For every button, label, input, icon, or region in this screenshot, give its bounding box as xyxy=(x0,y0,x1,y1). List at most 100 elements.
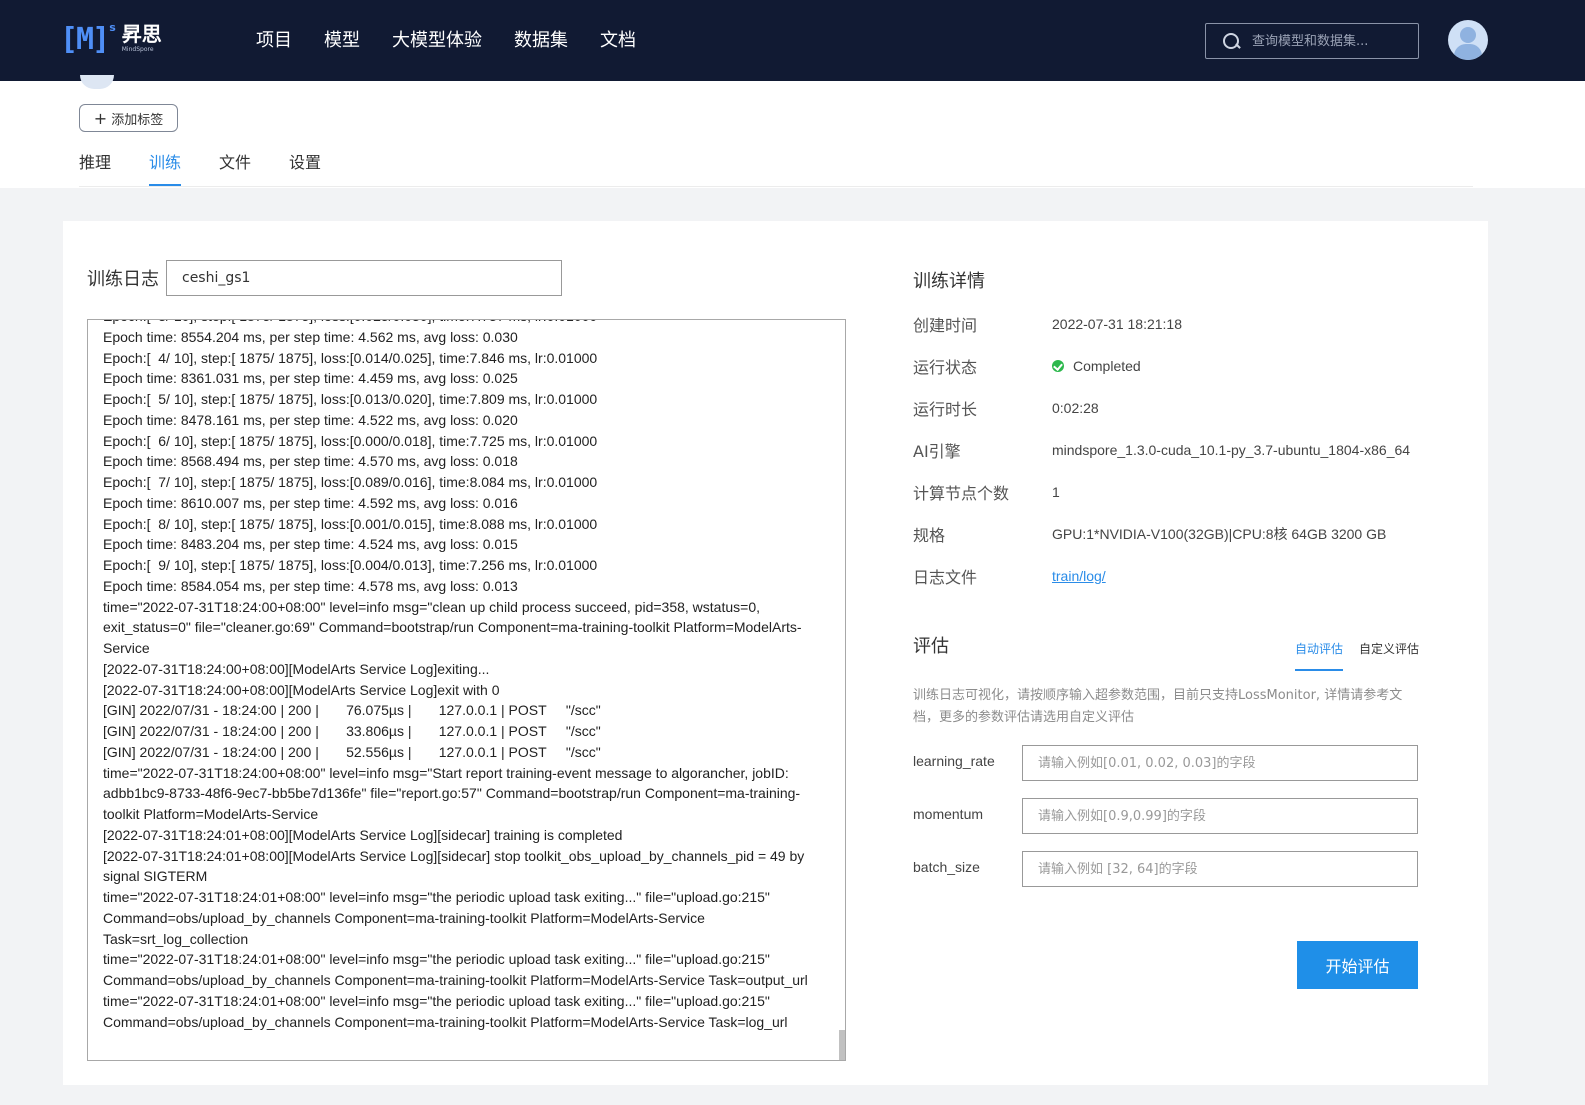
tab-custom-evaluation[interactable]: 自定义评估 xyxy=(1359,641,1419,671)
detail-value: 1 xyxy=(1052,484,1060,500)
detail-row-log-file: 日志文件 train/log/ xyxy=(913,564,1106,588)
log-content: Epoch:[ 3/ 10], step:[ 1875/ 1875], loss… xyxy=(103,320,813,1032)
log-line: Epoch:[ 4/ 10], step:[ 1875/ 1875], loss… xyxy=(103,349,598,366)
detail-label: 运行时长 xyxy=(913,400,978,419)
detail-value: 2022-07-31 18:21:18 xyxy=(1052,316,1182,332)
param-label-learning-rate: learning_rate xyxy=(913,753,995,769)
log-line: Command=obs/upload_by_channels Component… xyxy=(103,909,705,926)
logo-text: 昇思 MindSpore xyxy=(122,22,162,54)
log-line: Task=srt_log_collection xyxy=(103,930,249,947)
training-log-viewer[interactable]: Epoch:[ 3/ 10], step:[ 1875/ 1875], loss… xyxy=(87,319,846,1061)
status-text: Completed xyxy=(1073,358,1141,374)
tab-auto-evaluation[interactable]: 自动评估 xyxy=(1295,641,1344,671)
log-line: time="2022-07-31T18:24:01+08:00" level=i… xyxy=(103,951,770,968)
check-circle-icon xyxy=(1052,360,1064,372)
nav-item-llm-experience[interactable]: 大模型体验 xyxy=(392,28,482,54)
log-line: time="2022-07-31T18:24:01+08:00" level=i… xyxy=(103,992,770,1009)
add-tag-button[interactable]: + 添加标签 xyxy=(79,104,178,132)
detail-value: 0:02:28 xyxy=(1052,400,1099,416)
log-line: time="2022-07-31T18:24:01+08:00" level=i… xyxy=(103,889,770,905)
tab-training[interactable]: 训练 xyxy=(149,152,182,186)
detail-label: AI引擎 xyxy=(913,442,961,461)
evaluation-tabs: 自动评估 自定义评估 xyxy=(1295,641,1435,671)
training-job-select[interactable]: ceshi_gs1 xyxy=(166,260,562,296)
logo-english-name: MindSpore xyxy=(121,46,154,53)
log-line: [GIN] 2022/07/31 - 18:24:00 | 200 | 76.0… xyxy=(103,702,601,719)
detail-row-ai-engine: AI引擎 mindspore_1.3.0-cuda_10.1-py_3.7-ub… xyxy=(913,438,1410,462)
log-file-link[interactable]: train/log/ xyxy=(1052,568,1106,584)
user-avatar[interactable] xyxy=(1448,20,1488,60)
model-tabs: 推理 训练 文件 设置 xyxy=(79,152,359,186)
log-scrollbar[interactable] xyxy=(838,320,845,1060)
nav-item-docs[interactable]: 文档 xyxy=(600,28,636,54)
nav-item-projects[interactable]: 项目 xyxy=(256,28,292,54)
tab-inference[interactable]: 推理 xyxy=(79,152,111,186)
log-line: time="2022-07-31T18:24:00+08:00" level=i… xyxy=(103,764,789,781)
log-line: toolkit Platform=ModelArts-Service xyxy=(103,806,319,822)
learning-rate-input[interactable] xyxy=(1022,745,1418,781)
log-line: [GIN] 2022/07/31 - 18:24:00 | 200 | 33.8… xyxy=(103,723,601,739)
log-line: Epoch:[ 3/ 10], step:[ 1875/ 1875], loss… xyxy=(103,320,813,327)
tab-settings[interactable]: 设置 xyxy=(289,152,321,186)
momentum-input[interactable] xyxy=(1022,798,1418,834)
log-line: Command=obs/upload_by_channels Component… xyxy=(103,972,808,988)
nav-item-datasets[interactable]: 数据集 xyxy=(514,28,568,54)
model-avatar xyxy=(80,75,114,89)
model-header: + 添加标签 推理 训练 文件 设置 xyxy=(0,75,1585,188)
detail-row-spec: 规格 GPU:1*NVIDIA-V100(32GB)|CPU:8核 64GB 3… xyxy=(913,522,1386,546)
log-line: Epoch:[ 5/ 10], step:[ 1875/ 1875], loss… xyxy=(103,391,598,407)
log-line: [2022-07-31T18:24:01+08:00][ModelArts Se… xyxy=(103,826,623,843)
log-line: Epoch time: 8610.007 ms, per step time: … xyxy=(103,494,518,511)
log-line: [GIN] 2022/07/31 - 18:24:00 | 200 | 52.5… xyxy=(103,743,601,760)
detail-value: GPU:1*NVIDIA-V100(32GB)|CPU:8核 64GB 3200… xyxy=(1052,526,1387,542)
log-line: Epoch:[ 7/ 10], step:[ 1875/ 1875], loss… xyxy=(103,474,598,490)
log-line: time="2022-07-31T18:24:00+08:00" level=i… xyxy=(103,598,760,615)
search-input[interactable] xyxy=(1252,33,1412,49)
search-box[interactable] xyxy=(1205,23,1419,59)
param-label-momentum: momentum xyxy=(913,806,984,822)
evaluation-description: 训练日志可视化，请按顺序输入超参数范围，目前只支持LossMonitor, 详情… xyxy=(913,688,1403,725)
main-nav: 项目 模型 大模型体验 数据集 文档 xyxy=(256,28,668,54)
tabs-divider xyxy=(79,186,1473,187)
detail-label: 规格 xyxy=(913,526,946,545)
detail-label: 创建时间 xyxy=(913,316,978,335)
param-label-batch-size: batch_size xyxy=(913,859,980,875)
detail-row-run-status: 运行状态 Completed xyxy=(913,354,1141,378)
search-icon xyxy=(1223,32,1240,50)
plus-icon: + xyxy=(93,108,108,128)
nav-item-models[interactable]: 模型 xyxy=(324,28,360,54)
training-panel: 训练日志 ceshi_gs1 Epoch:[ 3/ 10], step:[ 18… xyxy=(63,221,1488,1085)
detail-row-node-count: 计算节点个数 1 xyxy=(913,480,1060,504)
detail-value: mindspore_1.3.0-cuda_10.1-py_3.7-ubuntu_… xyxy=(1052,442,1411,458)
training-details-title: 训练详情 xyxy=(913,271,985,292)
status-value: Completed xyxy=(1052,358,1141,374)
log-line: Epoch:[ 8/ 10], step:[ 1875/ 1875], loss… xyxy=(103,515,598,532)
detail-label: 日志文件 xyxy=(913,568,978,587)
mindspore-logo[interactable]: [M] s 昇思 MindSpore xyxy=(60,22,162,58)
log-line: [2022-07-31T18:24:00+08:00][ModelArts Se… xyxy=(103,681,500,698)
detail-row-created-time: 创建时间 2022-07-31 18:21:18 xyxy=(913,312,1182,336)
log-line: adbb1bc9-8733-48f6-9ec7-bb5be7d136fe" fi… xyxy=(103,785,801,802)
start-evaluation-button[interactable]: 开始评估 xyxy=(1297,941,1418,989)
log-line: signal SIGTERM xyxy=(103,868,208,885)
tab-files[interactable]: 文件 xyxy=(219,152,251,186)
log-line: exit_status=0" file="cleaner.go:69" Comm… xyxy=(103,619,802,636)
add-tag-label: 添加标签 xyxy=(111,112,164,128)
logo-mark: [M] xyxy=(60,22,110,57)
top-nav-bar: [M] s 昇思 MindSpore 项目 模型 大模型体验 数据集 文档 xyxy=(0,0,1585,81)
log-line: Epoch time: 8478.161 ms, per step time: … xyxy=(103,411,518,428)
log-line: Epoch time: 8554.204 ms, per step time: … xyxy=(103,328,518,345)
log-line: Epoch time: 8361.031 ms, per step time: … xyxy=(103,370,518,387)
logo-superscript: s xyxy=(109,21,116,34)
log-line: Epoch time: 8584.054 ms, per step time: … xyxy=(103,577,518,594)
logo-chinese-name: 昇思 xyxy=(121,22,162,46)
batch-size-input[interactable] xyxy=(1022,851,1418,887)
log-line: Epoch time: 8568.494 ms, per step time: … xyxy=(103,453,518,470)
detail-row-duration: 运行时长 0:02:28 xyxy=(913,396,1099,420)
log-line: Epoch:[ 9/ 10], step:[ 1875/ 1875], loss… xyxy=(103,557,598,573)
log-line: [2022-07-31T18:24:00+08:00][ModelArts Se… xyxy=(103,660,490,677)
evaluation-title: 评估 xyxy=(913,636,949,657)
log-line: Service xyxy=(103,640,150,656)
log-scrollbar-thumb[interactable] xyxy=(839,1030,845,1060)
detail-label: 运行状态 xyxy=(913,358,978,377)
